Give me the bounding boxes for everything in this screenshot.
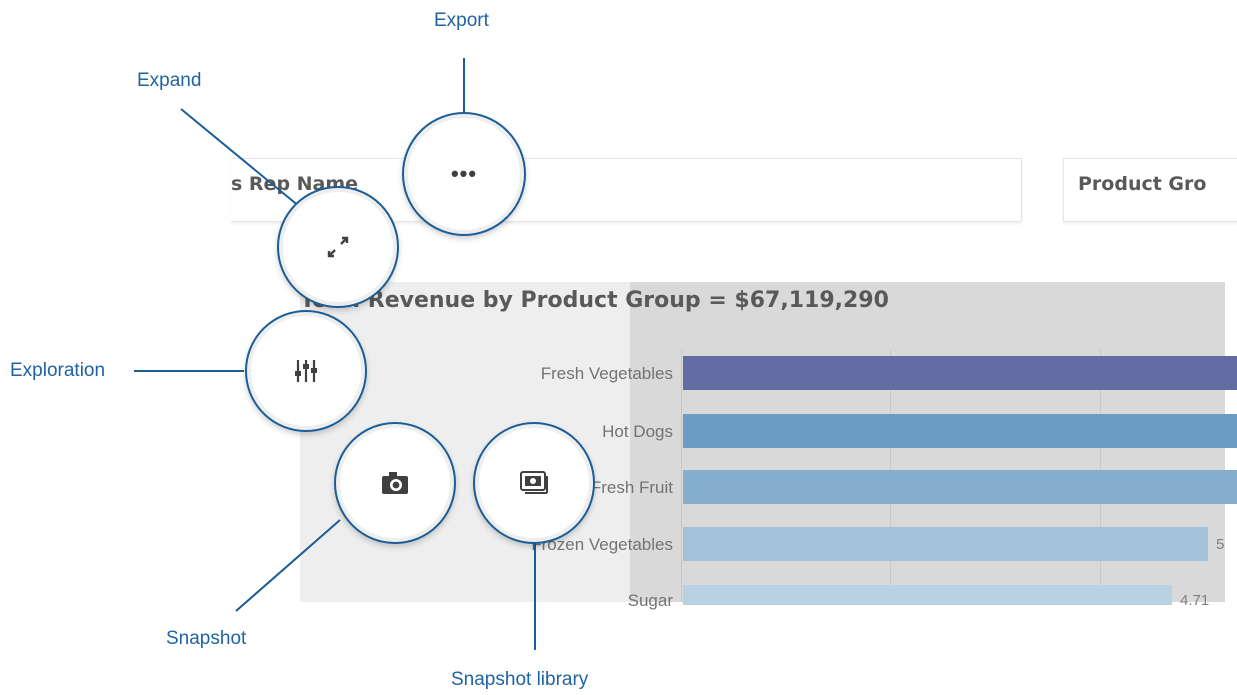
snapshot-callout-label: Snapshot <box>166 628 247 649</box>
camera-icon <box>382 472 408 494</box>
snapshot-library-button[interactable] <box>473 422 595 544</box>
snapshot-library-icon <box>520 471 548 494</box>
expand-callout-label: Expand <box>137 70 202 91</box>
snapshot-library-callout-label: Snapshot library <box>451 669 589 690</box>
exploration-callout-label: Exploration <box>10 360 106 381</box>
expand-leader-line <box>180 108 301 208</box>
exploration-button[interactable] <box>245 310 367 432</box>
expand-arrows-icon <box>327 236 349 258</box>
expand-button[interactable] <box>277 186 399 308</box>
export-button[interactable]: ••• <box>402 112 526 236</box>
snapshot-leader-line <box>235 519 341 612</box>
snapshot-button[interactable] <box>334 422 456 544</box>
export-callout-label: Export <box>434 10 489 31</box>
callout-leader-lines <box>134 58 536 650</box>
more-dots-icon: ••• <box>450 161 478 186</box>
sliders-icon <box>295 360 317 382</box>
